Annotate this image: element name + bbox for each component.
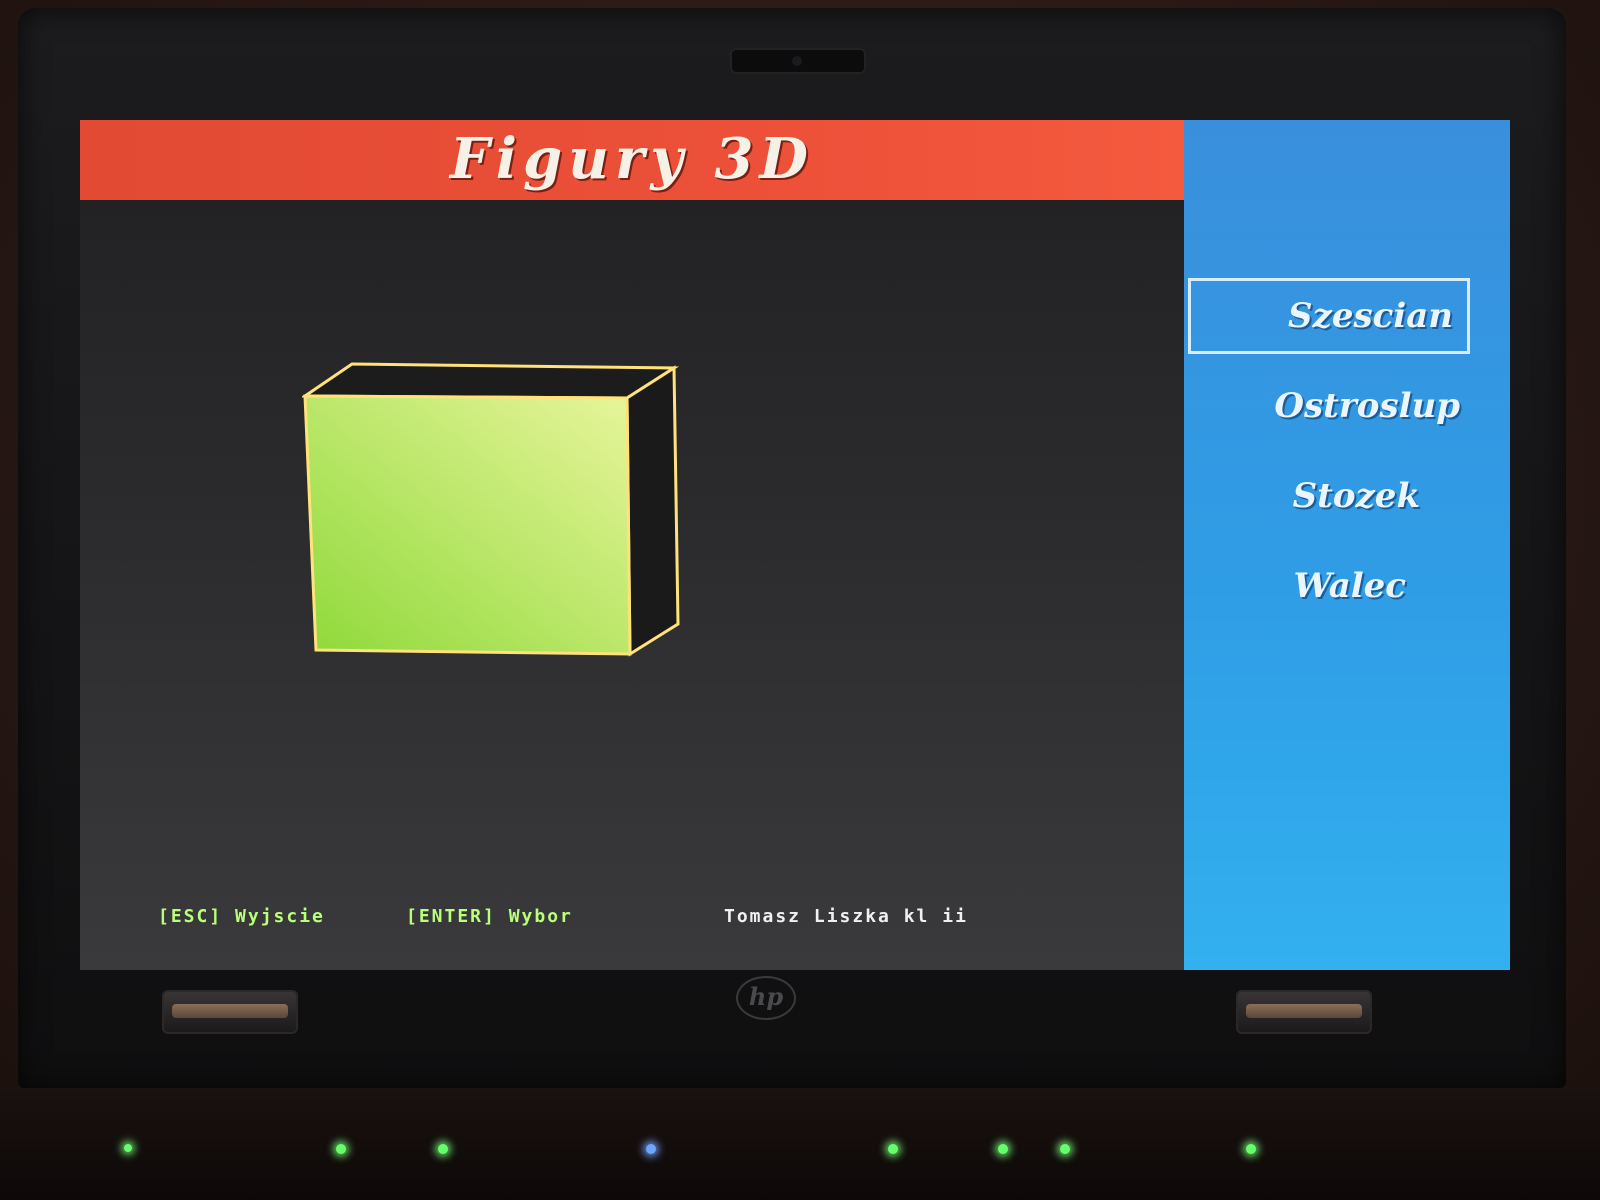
status-led-icon bbox=[336, 1144, 346, 1154]
keyboard-base bbox=[0, 1088, 1600, 1200]
status-led-icon bbox=[1246, 1144, 1256, 1154]
status-led-icon bbox=[998, 1144, 1008, 1154]
hp-logo: hp bbox=[736, 976, 796, 1020]
status-led-icon bbox=[888, 1144, 898, 1154]
power-icon[interactable] bbox=[124, 1144, 132, 1152]
left-hinge bbox=[162, 990, 298, 1034]
cube-front-face bbox=[303, 394, 632, 656]
program-screen: Figury 3D [ESC] Wyjscie [ENTER] Wybor To… bbox=[80, 120, 1510, 970]
enter-hint: [ENTER] Wybor bbox=[406, 906, 573, 927]
status-led-icon bbox=[438, 1144, 448, 1154]
shape-menu: Szescian Ostroslup Stozek Walec bbox=[1184, 120, 1510, 970]
cube-top-face bbox=[302, 362, 680, 400]
author-credit: Tomasz Liszka kl ii bbox=[724, 906, 968, 927]
menu-item-szescian[interactable]: Szescian bbox=[1188, 278, 1470, 354]
menu-item-walec[interactable]: Walec bbox=[1184, 566, 1510, 606]
right-hinge bbox=[1236, 990, 1372, 1034]
cube-side-face bbox=[625, 365, 680, 657]
app-title: Figury 3D bbox=[450, 126, 814, 192]
status-led-icon bbox=[1060, 1144, 1070, 1154]
title-bar: Figury 3D bbox=[80, 120, 1184, 200]
webcam-lens-icon bbox=[792, 56, 802, 66]
cube-preview bbox=[302, 362, 680, 657]
wireless-icon[interactable] bbox=[646, 1144, 656, 1154]
menu-item-ostroslup[interactable]: Ostroslup bbox=[1184, 386, 1510, 426]
esc-hint: [ESC] Wyjscie bbox=[158, 906, 325, 927]
menu-item-stozek[interactable]: Stozek bbox=[1184, 476, 1510, 516]
webcam bbox=[730, 48, 866, 74]
